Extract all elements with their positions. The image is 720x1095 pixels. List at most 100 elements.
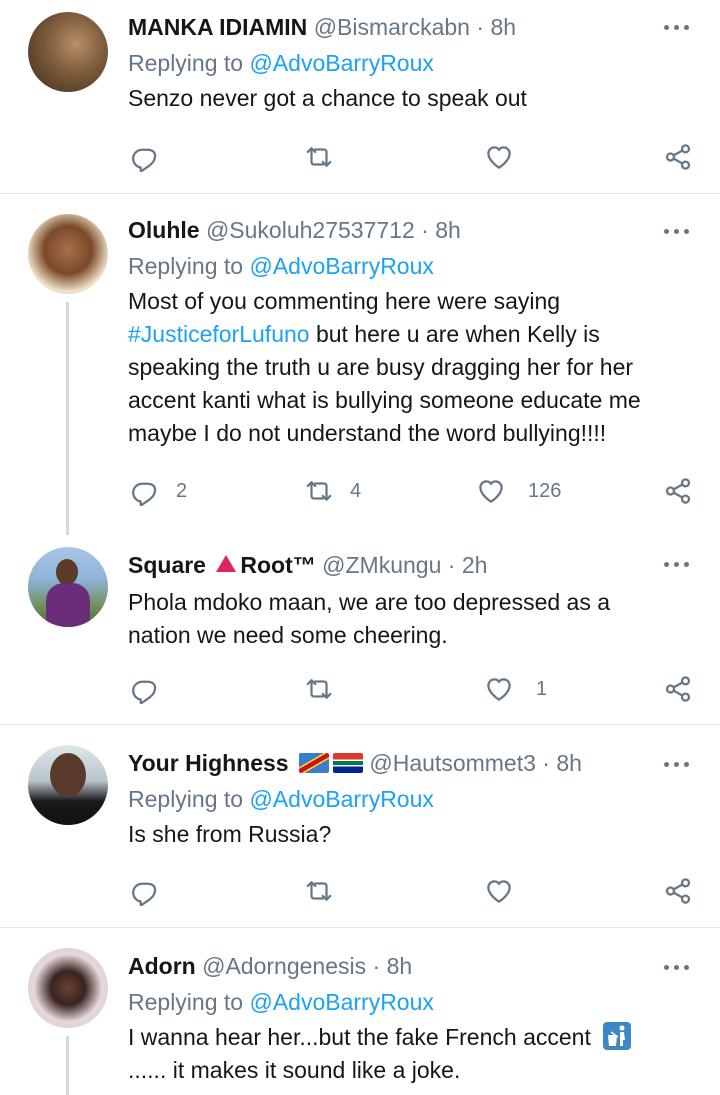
like-count: 126 xyxy=(528,479,562,502)
share-button[interactable] xyxy=(663,474,693,508)
retweet-button[interactable] xyxy=(304,140,334,174)
retweet-icon xyxy=(306,481,332,501)
display-name[interactable]: Your Highness xyxy=(128,750,289,776)
timestamp[interactable]: 2h xyxy=(462,552,488,578)
share-button[interactable] xyxy=(663,874,693,908)
like-button[interactable] xyxy=(484,140,514,174)
heart-icon xyxy=(487,146,511,169)
heart-icon xyxy=(487,880,511,903)
heart-icon xyxy=(479,480,503,503)
more-options-icon[interactable] xyxy=(664,22,690,32)
replying-to-mention[interactable]: @AdvoBarryRoux xyxy=(249,253,433,279)
display-name[interactable]: Adorn xyxy=(128,953,196,979)
separator-dot: · xyxy=(421,217,429,243)
replying-to-mention[interactable]: @AdvoBarryRoux xyxy=(249,786,433,812)
user-handle[interactable]: @Adorngenesis xyxy=(202,953,366,979)
retweet-button[interactable]: 4 xyxy=(304,474,361,508)
avatar[interactable] xyxy=(28,214,108,294)
tweet-5[interactable]: Adorn @Adorngenesis · 8h Replying to @Ad… xyxy=(0,928,720,1095)
reply-button[interactable]: 2 xyxy=(130,474,187,508)
display-name[interactable]: Oluhle xyxy=(128,217,200,243)
replying-to-label: Replying to xyxy=(128,253,244,279)
tweet-1[interactable]: MANKA IDIAMIN @Bismarckabn · 8h Replying… xyxy=(0,0,720,193)
retweet-button[interactable] xyxy=(304,874,334,908)
user-handle[interactable]: @Sukoluh27537712 xyxy=(206,217,415,243)
tweet-2[interactable]: Oluhle @Sukoluh27537712 · 8h Replying to… xyxy=(0,194,720,535)
display-name[interactable]: Square Root™ xyxy=(128,552,316,578)
tweet-text-line1: I wanna hear her...but the fake French a… xyxy=(128,1024,591,1050)
tweet-header: Adorn @Adorngenesis · 8h xyxy=(128,951,688,981)
heart-icon xyxy=(487,678,511,701)
display-name-part2: Root™ xyxy=(240,552,316,578)
separator-dot: · xyxy=(542,750,550,776)
avatar[interactable] xyxy=(28,12,108,92)
tweet-header: Square Root™ @ZMkungu · 2h xyxy=(128,550,688,580)
avatar[interactable] xyxy=(28,948,108,1028)
share-icon xyxy=(665,676,691,702)
reply-icon xyxy=(132,680,157,704)
flag-drc-icon xyxy=(299,753,329,773)
tweet-text-line2: ...... it makes it sound like a joke. xyxy=(128,1057,461,1083)
reply-button[interactable] xyxy=(130,874,160,908)
separator-dot: · xyxy=(476,14,485,40)
replying-to-label: Replying to xyxy=(128,786,244,812)
tweet-text-start: Most of you commenting here were saying xyxy=(128,288,561,314)
thread-line xyxy=(66,302,69,535)
timestamp[interactable]: 8h xyxy=(556,750,582,776)
replying-to-mention[interactable]: @AdvoBarryRoux xyxy=(249,989,433,1015)
like-button[interactable] xyxy=(484,874,514,908)
reply-icon xyxy=(132,882,157,906)
retweet-icon xyxy=(306,679,332,699)
user-handle[interactable]: @Hautsommet3 xyxy=(369,750,536,776)
replying-to-line: Replying to @AdvoBarryRoux xyxy=(128,251,688,281)
avatar[interactable] xyxy=(28,745,108,825)
replying-to-line: Replying to @AdvoBarryRoux xyxy=(128,48,688,78)
share-button[interactable] xyxy=(663,672,693,706)
tweet-3[interactable]: Square Root™ @ZMkungu · 2h Phola mdoko m… xyxy=(0,535,720,724)
reply-button[interactable] xyxy=(130,672,160,706)
reply-icon xyxy=(132,148,157,172)
replying-to-mention[interactable]: @AdvoBarryRoux xyxy=(249,50,433,76)
like-button[interactable]: 1 xyxy=(484,672,547,706)
more-options-icon[interactable] xyxy=(664,559,690,569)
tweet-text: Most of you commenting here were saying … xyxy=(128,285,688,450)
put-litter-in-bin-icon xyxy=(603,1022,632,1050)
more-options-icon[interactable] xyxy=(664,226,690,236)
timestamp[interactable]: 8h xyxy=(435,217,461,243)
replying-to-line: Replying to @AdvoBarryRoux xyxy=(128,784,688,814)
user-handle[interactable]: @ZMkungu xyxy=(322,552,441,578)
avatar[interactable] xyxy=(28,547,108,627)
timestamp[interactable]: 8h xyxy=(387,953,413,979)
like-button[interactable]: 126 xyxy=(476,474,561,508)
replying-to-label: Replying to xyxy=(128,50,244,76)
display-name-part1: Square xyxy=(128,552,206,578)
tweet-text: Is she from Russia? xyxy=(128,821,332,847)
replying-to-label: Replying to xyxy=(128,989,244,1015)
display-name[interactable]: MANKA IDIAMIN xyxy=(128,14,307,40)
red-triangle-icon xyxy=(216,555,237,572)
tweet-header: MANKA IDIAMIN @Bismarckabn · 8h xyxy=(128,12,688,42)
reply-count: 2 xyxy=(176,479,188,502)
share-icon xyxy=(665,144,691,170)
tweet-text: Senzo never got a chance to speak out xyxy=(128,85,527,111)
tweet-4[interactable]: Your Highness @Hautsommet3 · 8h Replying… xyxy=(0,725,720,927)
reply-button[interactable] xyxy=(130,140,160,174)
more-options-icon[interactable] xyxy=(664,962,690,972)
reply-icon xyxy=(132,482,157,506)
user-handle[interactable]: @Bismarckabn xyxy=(314,14,470,40)
like-count: 1 xyxy=(536,677,548,700)
more-options-icon[interactable] xyxy=(664,759,690,769)
share-button[interactable] xyxy=(663,140,693,174)
retweet-button[interactable] xyxy=(304,672,334,706)
tweet-header: Your Highness @Hautsommet3 · 8h xyxy=(128,748,688,778)
hashtag-link[interactable]: #JusticeforLufuno xyxy=(128,321,310,347)
separator-dot: · xyxy=(447,552,456,578)
thread-line xyxy=(66,1036,69,1095)
tweet-header: Oluhle @Sukoluh27537712 · 8h xyxy=(128,215,688,245)
timestamp[interactable]: 8h xyxy=(490,14,516,40)
replying-to-line: Replying to @AdvoBarryRoux xyxy=(128,987,688,1017)
share-icon xyxy=(665,478,691,504)
share-icon xyxy=(665,878,691,904)
retweet-count: 4 xyxy=(350,479,362,502)
flag-south-africa-icon xyxy=(333,753,363,773)
